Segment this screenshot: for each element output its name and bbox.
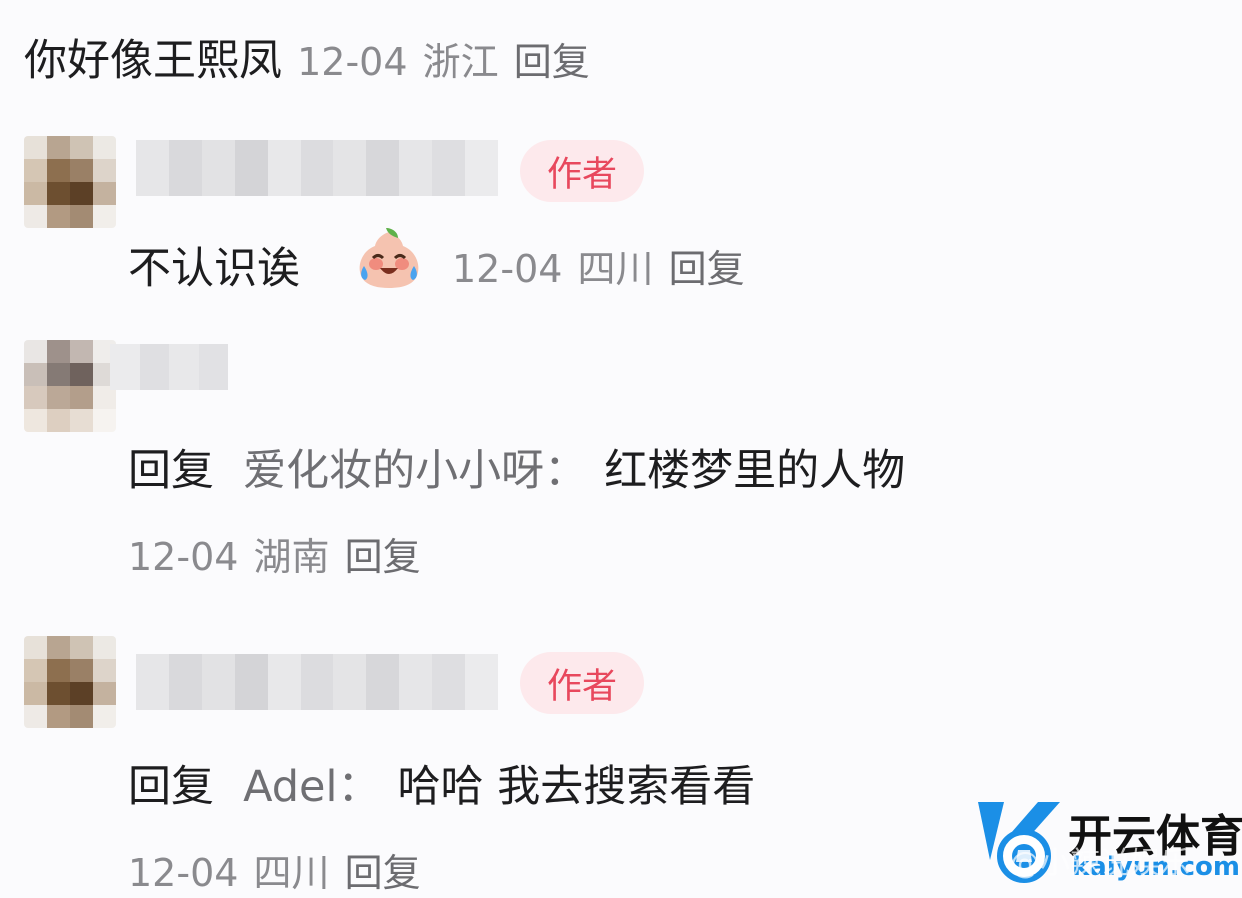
comment-date: 12-04 — [128, 535, 239, 579]
avatar[interactable] — [24, 136, 116, 228]
comment-text: 你好像王熙凤 — [24, 36, 282, 86]
reply-button[interactable]: 回复 — [669, 247, 745, 291]
reply-to-user[interactable]: 爱化妆的小小呀： — [243, 446, 587, 496]
laughing-crying-peach-emoji — [359, 228, 419, 288]
author-tag: 作者 — [520, 652, 644, 714]
reply-to-user[interactable]: Adel： — [243, 762, 380, 812]
comment-date: 12-04 — [128, 851, 239, 895]
username-blurred[interactable] — [136, 140, 498, 196]
comment-location: 浙江 — [422, 40, 499, 84]
author-tag: 作者 — [520, 140, 644, 202]
reply-prefix: 回复 — [128, 446, 214, 496]
comment-4: 回复 Adel： 哈哈 我去搜索看看 — [128, 752, 755, 812]
comment-location: 四川 — [253, 851, 330, 895]
reply-button[interactable]: 回复 — [514, 40, 590, 84]
avatar[interactable] — [24, 636, 116, 728]
comment-location: 湖南 — [253, 535, 330, 579]
comment-location: 四川 — [577, 247, 654, 291]
watermark-overlay-text: @小辣说娱乐 — [1010, 846, 1190, 881]
comment-text: 不认识诶 — [128, 244, 300, 294]
comment-text: 红楼梦里的人物 — [604, 446, 906, 496]
reply-prefix: 回复 — [128, 762, 214, 812]
username-blurred[interactable] — [110, 344, 228, 390]
comment-3-meta: 12-04 湖南 回复 — [128, 526, 421, 582]
username-blurred[interactable] — [136, 654, 498, 710]
comment-2: 不认识诶 — [128, 234, 300, 294]
comment-date: 12-04 — [297, 40, 408, 84]
comment-text: 哈哈 我去搜索看看 — [397, 762, 756, 812]
reply-button[interactable]: 回复 — [345, 851, 421, 895]
comment-1: 你好像王熙凤 12-04 浙江 回复 — [24, 26, 590, 86]
comment-3: 回复 爱化妆的小小呀： 红楼梦里的人物 — [128, 436, 905, 496]
comment-4-meta: 12-04 四川 回复 — [128, 842, 421, 898]
comment-date: 12-04 — [452, 247, 563, 291]
comment-2-meta: 12-04 四川 回复 — [452, 238, 745, 294]
avatar[interactable] — [24, 340, 116, 432]
reply-button[interactable]: 回复 — [345, 535, 421, 579]
